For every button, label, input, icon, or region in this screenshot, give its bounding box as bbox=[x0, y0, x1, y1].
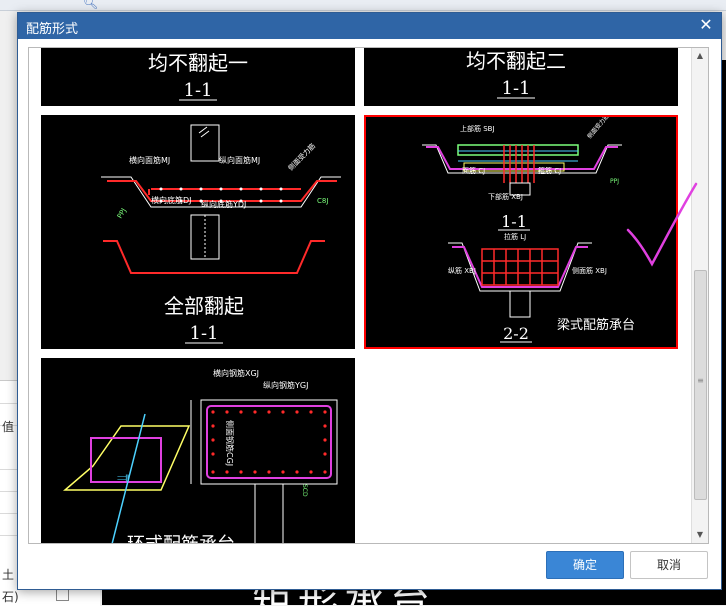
rebar-option-tile-4[interactable]: 上部筋 SBJ 侧面受力筋 面筋 CJ 箍筋 CJ 下部筋 XBJ PPJ 1-… bbox=[364, 115, 678, 349]
rebar-option-tile-2[interactable]: 均不翻起二 1-1 bbox=[364, 48, 678, 106]
tile-3-label-c: C8J bbox=[317, 197, 328, 205]
tile-4-label-side2: 侧面筋 XBJ bbox=[572, 266, 607, 275]
tile-5-title: 环式配筋承台 bbox=[127, 534, 235, 544]
tile-4-label-top: 上部筋 SBJ bbox=[460, 124, 495, 133]
tile-3-label-long-face: 纵向面筋MJ bbox=[219, 155, 260, 165]
tile-3-label-top-face: 横向面筋MJ bbox=[129, 155, 170, 165]
tile-4-label-ppj: PPJ bbox=[610, 178, 619, 185]
tile-3-title: 全部翻起 bbox=[164, 294, 244, 318]
dialog-titlebar[interactable]: 配筋形式 ✕ bbox=[18, 13, 721, 39]
tile-4-label-hook: 箍筋 CJ bbox=[538, 166, 561, 175]
tile-3-section: 1-1 bbox=[190, 323, 219, 344]
tile-4-label-long-bar: 纵筋 XBJ bbox=[448, 266, 476, 275]
tile-3-label-bottom-horiz: 横向底筋DJ bbox=[151, 195, 192, 205]
scroll-down-icon[interactable]: ▼ bbox=[692, 527, 708, 543]
property-value-header: 值 bbox=[2, 420, 15, 434]
tile-4-section-2: 2-2 bbox=[503, 324, 529, 343]
tile-4-label-face: 面筋 CJ bbox=[462, 166, 485, 175]
tile-3-label-ppj: PPJ bbox=[116, 207, 128, 220]
rebar-type-gallery: 均不翻起一 1-1 均不翻起二 1-1 横向面筋MJ 纵向面筋MJ 侧面受力筋 … bbox=[28, 47, 709, 544]
cancel-button[interactable]: 取消 bbox=[630, 551, 708, 579]
property-unit-label: 石) bbox=[2, 590, 19, 604]
tile-3-label-bottom-long: 纵向底筋YDJ bbox=[201, 199, 246, 209]
tile-4-label-twist: 拉筋 LJ bbox=[504, 232, 526, 241]
tile-3-label-side: 侧面受力筋 bbox=[286, 141, 317, 172]
scroll-up-icon[interactable]: ▲ bbox=[692, 48, 708, 64]
scroll-thumb[interactable]: ≡ bbox=[694, 270, 707, 500]
tile-5-label-long: 纵向钢筋YGJ bbox=[263, 380, 308, 390]
tile-2-title: 均不翻起二 bbox=[466, 49, 566, 73]
property-unit-label: 土 bbox=[2, 568, 15, 582]
tile-5-label-horiz: 横向钢筋XGJ bbox=[213, 368, 259, 378]
background-toolbar-strip bbox=[0, 0, 726, 11]
scroll-grip-icon: ≡ bbox=[697, 376, 704, 385]
search-icon[interactable]: 🔍︎ bbox=[83, 0, 98, 10]
rebar-option-tile-5[interactable]: ⫥ 横向钢筋XGJ 纵向钢筋YGJ 侧面钢筋CGJ SCD 环式配筋承台 bbox=[41, 358, 355, 544]
rebar-type-dialog: 配筋形式 ✕ 均不翻起一 1-1 均不翻起二 1-1 横向面筋MJ 纵向面筋MJ… bbox=[17, 12, 722, 590]
gallery-scrollbar[interactable]: ▲ ≡ ▼ bbox=[691, 48, 708, 543]
tile-1-title: 均不翻起一 bbox=[148, 51, 248, 75]
rebar-option-tile-3[interactable]: 横向面筋MJ 纵向面筋MJ 侧面受力筋 横向底筋DJ 纵向底筋YDJ C8J P… bbox=[41, 115, 355, 349]
close-icon[interactable]: ✕ bbox=[697, 16, 715, 34]
dialog-title: 配筋形式 bbox=[26, 22, 79, 37]
tile-4-caption: 梁式配筋承台 bbox=[557, 317, 635, 333]
tile-5-label-ring: 侧面钢筋CGJ bbox=[225, 420, 235, 466]
ok-button[interactable]: 确定 bbox=[546, 551, 624, 579]
tile-4-section-1: 1-1 bbox=[501, 212, 527, 231]
tile-4-label-bottom: 下部筋 XBJ bbox=[488, 192, 523, 201]
rebar-option-tile-1[interactable]: 均不翻起一 1-1 bbox=[41, 48, 355, 106]
tile-1-section: 1-1 bbox=[184, 80, 213, 101]
tile-5-label-dim: SCD bbox=[301, 484, 308, 497]
tile-2-section: 1-1 bbox=[502, 78, 531, 99]
pile-symbol: ⫥ bbox=[117, 470, 129, 486]
tile-4-label-side: 侧面受力筋 bbox=[585, 115, 610, 140]
